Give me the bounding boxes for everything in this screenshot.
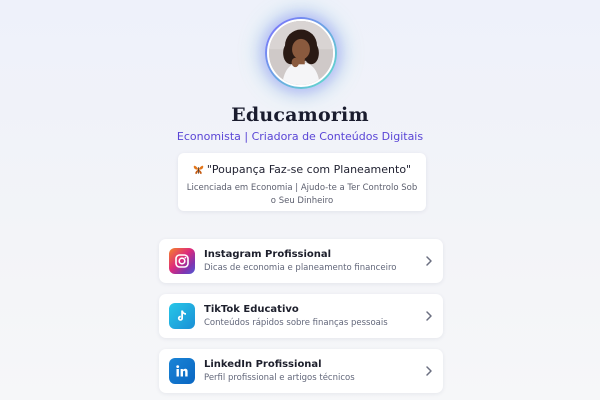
butterfly-icon — [193, 164, 204, 179]
link-description: Conteúdos rápidos sobre finanças pessoai… — [204, 318, 388, 328]
link-card-instagram[interactable]: Instagram Profissional Dicas de economia… — [159, 239, 443, 283]
quote-card: "Poupança Faz-se com Planeamento" Licenc… — [178, 153, 426, 211]
link-title: LinkedIn Profissional — [204, 359, 322, 370]
avatar-photo — [269, 21, 333, 85]
instagram-icon — [169, 248, 195, 274]
avatar — [267, 19, 335, 87]
profile-name: Educamorim — [231, 104, 369, 126]
profile-subtitle: Economista | Criadora de Conteúdos Digit… — [176, 130, 424, 143]
link-description: Perfil profissional e artigos técnicos — [204, 373, 355, 383]
link-title: TikTok Educativo — [204, 304, 299, 315]
link-title: Instagram Profissional — [204, 249, 332, 260]
link-card-tiktok[interactable]: TikTok Educativo Conteúdos rápidos sobre… — [159, 294, 443, 338]
link-description: Dicas de economia e planeamento financei… — [204, 263, 397, 273]
linkedin-icon — [169, 358, 195, 384]
profile-avatar-ring — [265, 17, 337, 89]
chevron-right-icon — [426, 311, 432, 321]
chevron-right-icon — [426, 366, 432, 376]
quote-line: "Poupança Faz-se com Planeamento" — [178, 162, 426, 179]
quote-description: Licenciada em Economia | Ajudo-te a Ter … — [186, 183, 418, 206]
chevron-right-icon — [426, 256, 432, 266]
tiktok-icon — [169, 303, 195, 329]
quote-text: "Poupança Faz-se com Planeamento" — [206, 163, 412, 176]
link-card-linkedin[interactable]: LinkedIn Profissional Perfil profissiona… — [159, 349, 443, 393]
